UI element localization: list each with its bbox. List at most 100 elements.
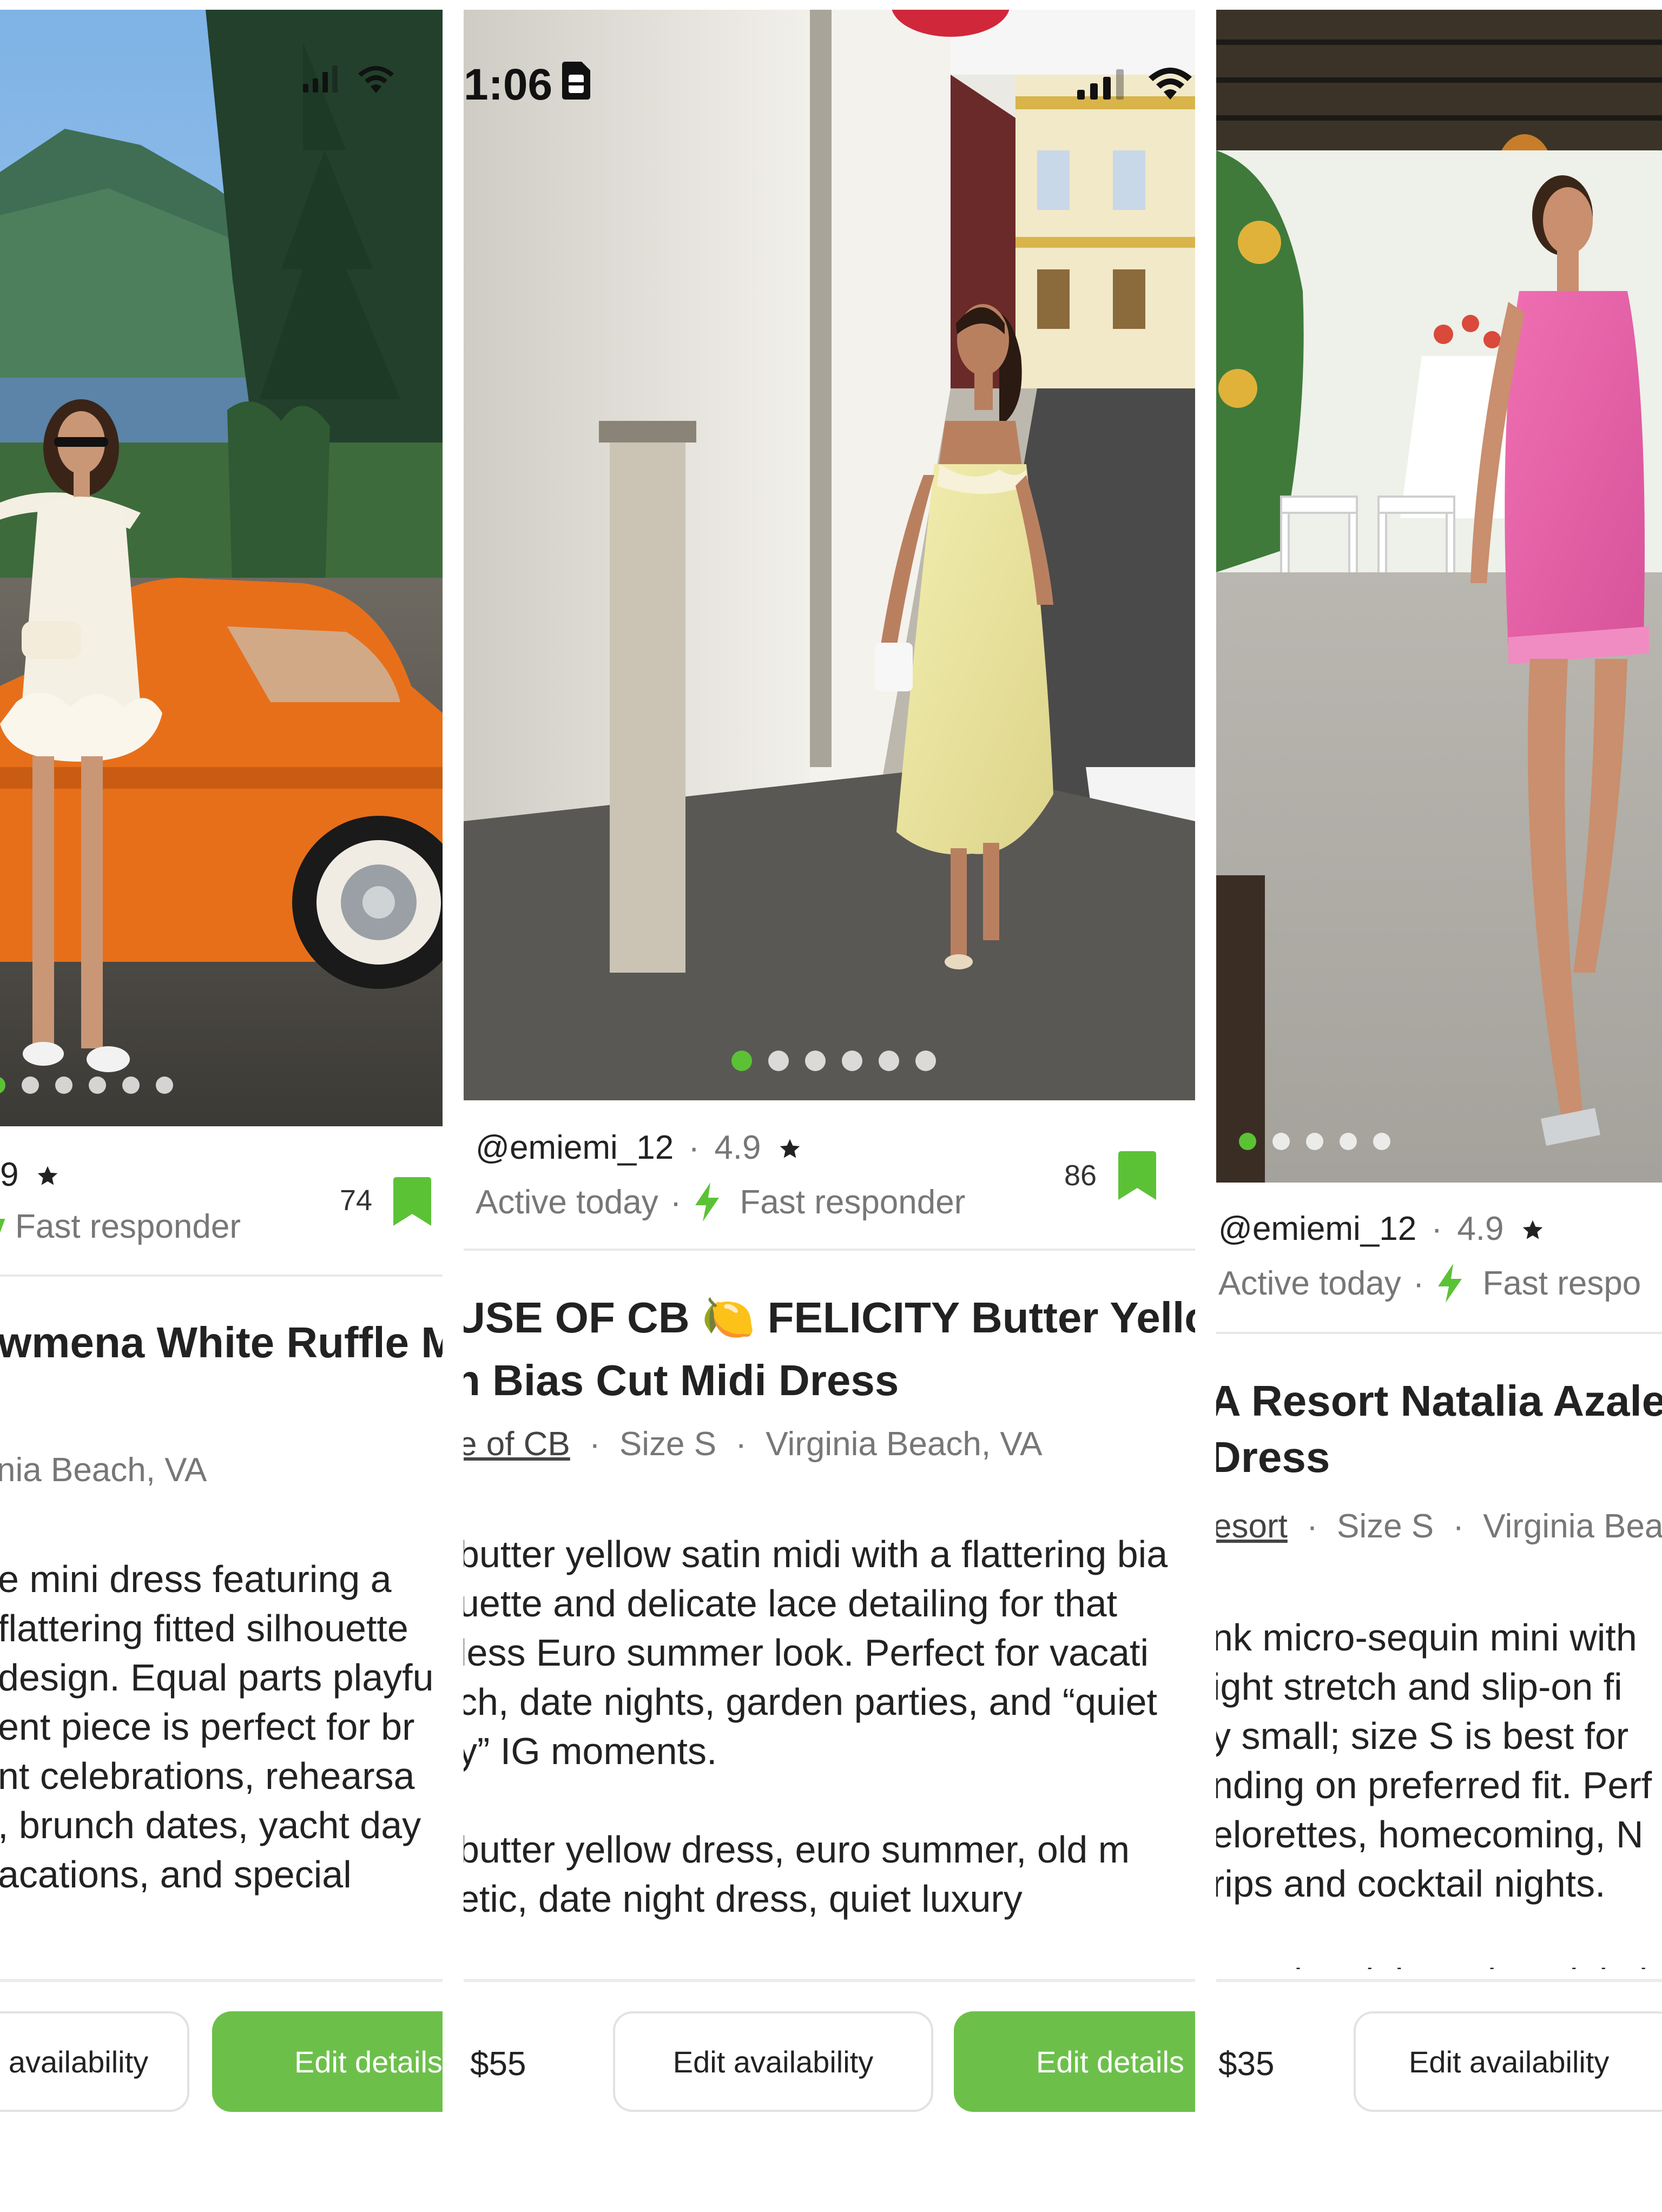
photo-seville-street xyxy=(464,10,1195,1100)
separator-dot: · xyxy=(1431,1210,1443,1247)
listing-title: wmena White Ruffle M xyxy=(0,1311,443,1374)
lightning-bolt-icon xyxy=(693,1183,721,1221)
separator-dot: · xyxy=(589,1425,601,1463)
pagination-dot[interactable] xyxy=(55,1077,72,1094)
edit-availability-button[interactable]: Edit availability xyxy=(613,2011,933,2112)
description-line: flattering fitted silhouette xyxy=(0,1607,408,1649)
listing-title-line: wmena White Ruffle M xyxy=(0,1318,443,1366)
seller-handle[interactable]: @emiemi_12 xyxy=(1218,1210,1416,1247)
seller-row[interactable]: @emiemi_12 · 4.9 xyxy=(476,1128,802,1167)
description-line: nk micro-sequin mini with xyxy=(1216,1616,1637,1659)
seller-handle[interactable]: @emiemi_12 xyxy=(476,1129,674,1166)
listing-meta: esort · Size S · Virginia Bea xyxy=(1216,1507,1662,1546)
pagination-dot[interactable] xyxy=(805,1051,826,1071)
description-line: butter yellow satin midi with a flatteri… xyxy=(464,1533,1168,1575)
divider xyxy=(1216,1332,1662,1334)
brand-link[interactable]: esort xyxy=(1216,1508,1288,1545)
star-icon xyxy=(1513,1210,1545,1247)
listing-title-line: Dress xyxy=(1216,1433,1330,1481)
description-line: nt celebrations, rehearsa xyxy=(0,1755,415,1797)
pagination-dot[interactable] xyxy=(0,1077,5,1094)
star-icon xyxy=(770,1129,802,1166)
lightning-bolt-icon xyxy=(1436,1264,1464,1303)
pagination-dot[interactable] xyxy=(731,1051,752,1071)
pagination-dot[interactable] xyxy=(1340,1133,1357,1150)
edit-availability-button[interactable]: availability xyxy=(0,2011,189,2112)
edit-availability-button[interactable]: Edit availability xyxy=(1354,2011,1662,2112)
pagination-dot[interactable] xyxy=(1272,1133,1290,1150)
pagination-dot[interactable] xyxy=(879,1051,899,1071)
description-line: acations, and special xyxy=(0,1853,352,1896)
edit-details-button[interactable]: Edit details xyxy=(212,2011,443,2112)
wifi-icon xyxy=(357,65,395,96)
listing-photo[interactable] xyxy=(464,10,1195,1100)
pagination-dot[interactable] xyxy=(842,1051,862,1071)
listing-price: $55 xyxy=(470,2045,526,2083)
description-line: elorettes, homecoming, N xyxy=(1216,1813,1644,1856)
listing-price: $35 xyxy=(1218,2045,1275,2083)
pagination-dot[interactable] xyxy=(156,1077,173,1094)
separator-dot: · xyxy=(1413,1264,1424,1302)
description-line: nding on preferred fit. Perf xyxy=(1216,1764,1652,1806)
footer-divider xyxy=(0,1979,443,1982)
pagination-dot[interactable] xyxy=(915,1051,936,1071)
bookmark-icon[interactable] xyxy=(1118,1151,1156,1203)
separator-dot: · xyxy=(670,1183,682,1221)
divider xyxy=(464,1249,1195,1251)
fast-responder-badge: Fast respo xyxy=(1482,1264,1641,1302)
description-line: less Euro summer look. Perfect for vacat… xyxy=(464,1632,1149,1674)
listing-title-line: A Resort Natalia Azale xyxy=(1216,1377,1662,1425)
pagination-dot[interactable] xyxy=(768,1051,789,1071)
listing-description: butter yellow satin midi with a flatteri… xyxy=(464,1530,1168,1924)
listing-size: Size S xyxy=(619,1425,717,1463)
listing-title: A Resort Natalia Azale Dress xyxy=(1216,1373,1662,1485)
photo-pagination-dots[interactable] xyxy=(1216,1133,1390,1150)
pagination-dot[interactable] xyxy=(122,1077,140,1094)
brand-link[interactable]: e of CB xyxy=(464,1425,570,1463)
status-time: 1:06 xyxy=(464,60,553,109)
seller-status-row: Fast responder xyxy=(0,1207,241,1246)
photo-garden-patio xyxy=(1216,10,1662,1183)
listing-description: nk micro-sequin mini with ight stretch a… xyxy=(1216,1613,1660,2007)
description-line: y small; size S is best for xyxy=(1216,1715,1629,1757)
pagination-dot[interactable] xyxy=(89,1077,106,1094)
divider xyxy=(0,1275,443,1277)
description-line: ight stretch and slip-on fi xyxy=(1216,1666,1623,1708)
separator-dot: · xyxy=(1307,1508,1318,1545)
edit-details-button[interactable]: Edit details xyxy=(954,2011,1195,2112)
pagination-dot[interactable] xyxy=(22,1077,39,1094)
pagination-dot[interactable] xyxy=(1239,1133,1256,1150)
seller-row[interactable]: @emiemi_12 · 4.9 xyxy=(1218,1210,1545,1248)
listing-photo[interactable] xyxy=(1216,10,1662,1183)
listing-meta: e of CB · Size S · Virginia Beach, VA xyxy=(464,1425,1042,1463)
pagination-dot[interactable] xyxy=(1306,1133,1323,1150)
photo-lake-como-orange-car xyxy=(0,10,443,1126)
description-line: y” IG moments. xyxy=(464,1730,717,1772)
listing-title-line: n Bias Cut Midi Dress xyxy=(464,1356,899,1404)
listing-card-felicity-dress: 1:06 @emiemi_12 · 4.9 Active today · Fas… xyxy=(464,0,1195,2212)
cellular-signal-icon xyxy=(303,65,341,95)
save-count: 74 xyxy=(340,1184,373,1217)
footer-divider xyxy=(1216,1979,1662,1982)
seller-rating: 4.9 xyxy=(1457,1210,1504,1247)
seller-rating: 9 xyxy=(0,1156,19,1193)
wifi-icon xyxy=(1147,60,1193,110)
seller-rating: 4.9 xyxy=(714,1129,761,1166)
listing-location: nia Beach, VA xyxy=(0,1451,207,1489)
pagination-dot[interactable] xyxy=(1373,1133,1390,1150)
listing-location: Virginia Beach, VA xyxy=(766,1425,1043,1463)
listing-photo[interactable] xyxy=(0,10,443,1126)
separator-dot: · xyxy=(735,1425,747,1463)
bookmark-icon[interactable] xyxy=(393,1177,431,1229)
save-count: 86 xyxy=(1064,1159,1097,1192)
tags-line: butter yellow dress, euro summer, old m xyxy=(464,1828,1130,1871)
lightning-bolt-icon xyxy=(0,1218,5,1235)
listing-title: USE OF CB 🍋 FELICITY Butter Yello n Bias… xyxy=(464,1286,1195,1412)
photo-pagination-dots[interactable] xyxy=(0,1077,173,1094)
sim-card-icon xyxy=(562,60,591,110)
scroll-fade xyxy=(464,1915,1195,1980)
status-bar xyxy=(303,65,395,96)
photo-pagination-dots[interactable] xyxy=(731,1051,936,1071)
listing-location: Virginia Bea xyxy=(1483,1508,1662,1545)
cellular-signal-icon xyxy=(1077,60,1126,110)
